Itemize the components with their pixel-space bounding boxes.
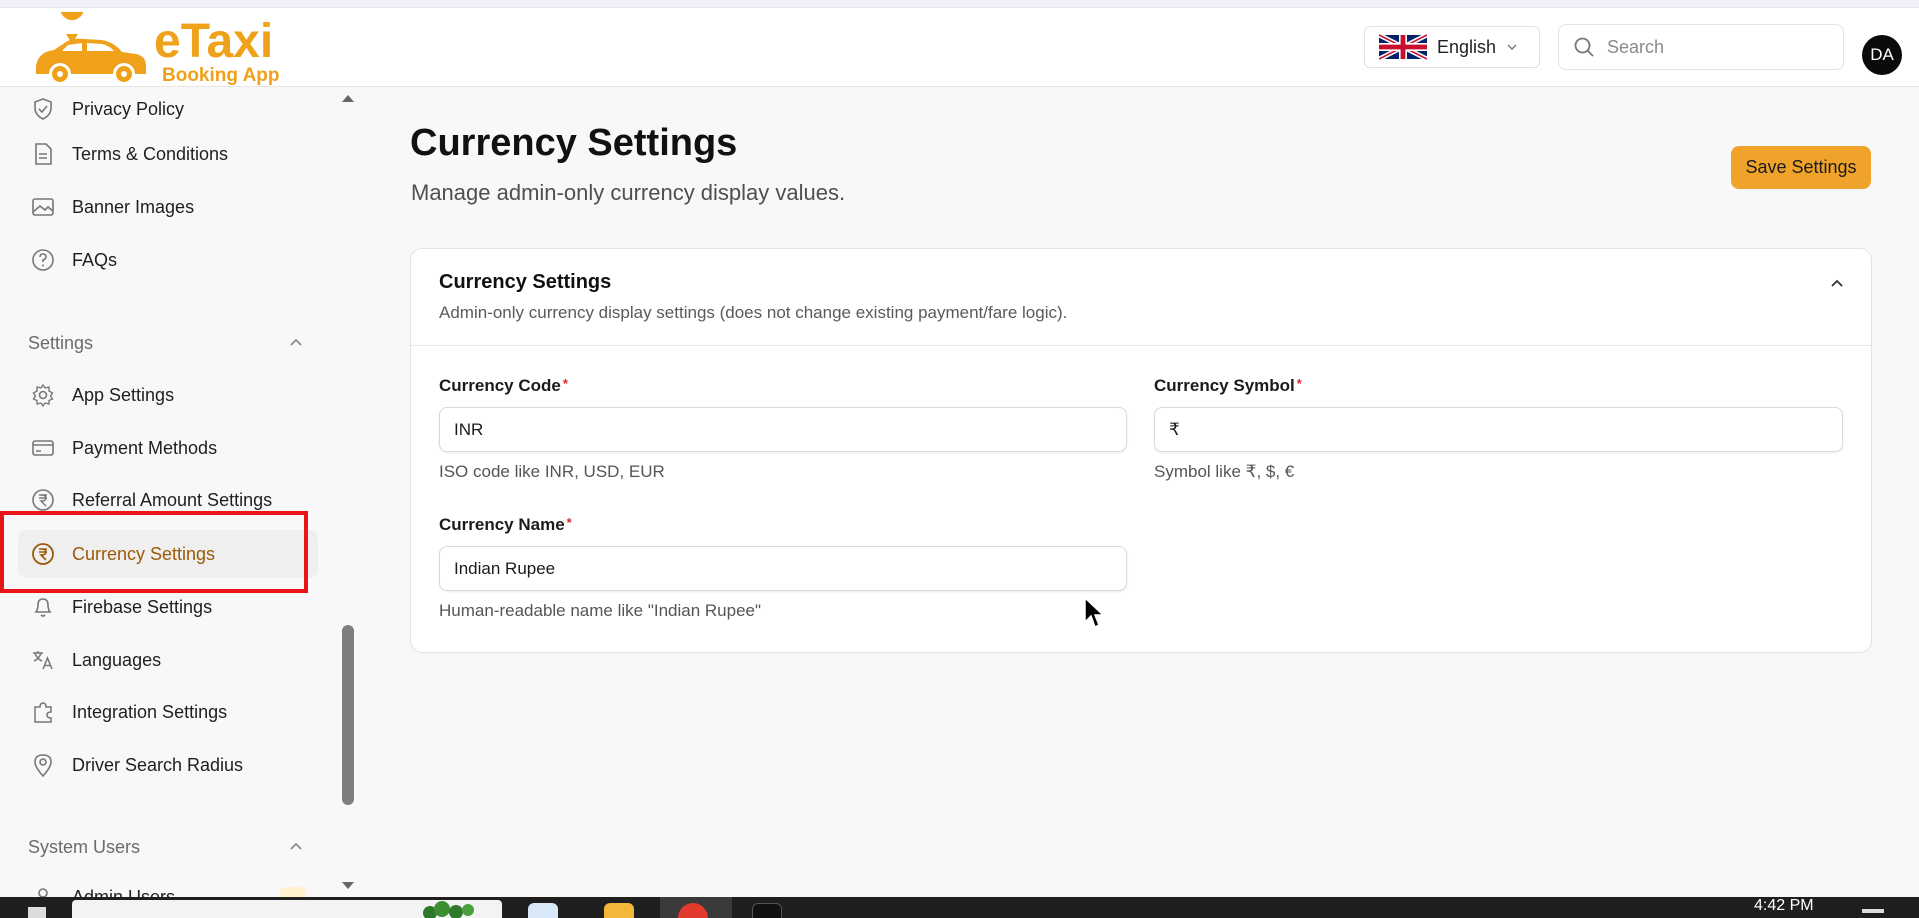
currency-settings-card: Currency Settings Admin-only currency di…: [410, 248, 1872, 653]
chevron-down-icon: [1507, 44, 1517, 50]
sidebar-item-faqs[interactable]: FAQs: [18, 236, 318, 284]
map-pin-icon: [34, 754, 52, 778]
search-input[interactable]: [1607, 36, 1827, 58]
taskbar-app-icon[interactable]: [528, 903, 558, 918]
required-mark: *: [562, 376, 568, 391]
currency-name-help: Human-readable name like "Indian Rupee": [439, 601, 762, 620]
currency-name-label: Currency Name *: [439, 515, 572, 535]
question-circle-icon: [32, 249, 54, 271]
sidebar-item-privacy-policy[interactable]: Privacy Policy: [18, 87, 318, 133]
terminal-icon[interactable]: [752, 903, 782, 918]
chevron-up-icon[interactable]: [288, 839, 304, 855]
required-mark: *: [566, 515, 572, 530]
save-settings-button[interactable]: Save Settings: [1731, 146, 1871, 189]
sidebar-item-payment-methods[interactable]: Payment Methods: [18, 424, 318, 472]
sidebar-item-app-settings[interactable]: App Settings: [18, 371, 318, 419]
taxi-logo-icon: [36, 12, 146, 85]
section-header-system-users[interactable]: System Users: [28, 837, 140, 858]
scroll-up-arrow-icon[interactable]: [340, 92, 356, 104]
required-mark: *: [1296, 376, 1302, 391]
currency-code-input[interactable]: [439, 407, 1127, 452]
sidebar-item-banner-images[interactable]: Banner Images: [18, 183, 318, 231]
app-logo[interactable]: eTaxi Booking App: [32, 12, 282, 88]
sidebar-item-label: Payment Methods: [72, 437, 218, 458]
search-icon: [1574, 37, 1594, 57]
os-taskbar: 4:42 PM: [0, 897, 1919, 918]
sidebar-item-label: Privacy Policy: [72, 98, 185, 119]
count-badge: [280, 887, 306, 897]
language-selector[interactable]: English: [1364, 26, 1540, 68]
currency-code-label-text: Currency Code: [439, 376, 561, 395]
sidebar-item-terms[interactable]: Terms & Conditions: [18, 130, 318, 178]
taskbar-clock[interactable]: 4:42 PM: [1754, 897, 1814, 915]
currency-symbol-label-text: Currency Symbol: [1154, 376, 1295, 395]
currency-symbol-label: Currency Symbol *: [1154, 376, 1302, 396]
credit-card-icon: [32, 440, 54, 456]
currency-name-label-text: Currency Name: [439, 515, 565, 534]
highlight-annotation-box: [0, 511, 308, 593]
gear-icon: [32, 383, 54, 408]
bell-icon: [34, 598, 52, 617]
shield-check-icon: [34, 98, 52, 120]
user-avatar[interactable]: DA: [1862, 35, 1902, 75]
sidebar-item-label: Firebase Settings: [72, 596, 213, 617]
card-subtitle: Admin-only currency display settings (do…: [439, 303, 1068, 322]
sidebar-item-label: Driver Search Radius: [72, 754, 244, 775]
sidebar-item-label: App Settings: [72, 384, 175, 405]
puzzle-icon: [34, 702, 52, 723]
logo-title: eTaxi: [154, 15, 274, 68]
sidebar-item-label: Languages: [72, 649, 162, 670]
plant-decoration-icon: [423, 901, 474, 918]
currency-code-help: ISO code like INR, USD, EUR: [439, 462, 665, 481]
sidebar-item-label: Referral Amount Settings: [72, 489, 273, 510]
chevron-up-icon[interactable]: [1827, 273, 1847, 293]
currency-symbol-help: Symbol like ₹, $, €: [1154, 462, 1295, 481]
start-button-icon[interactable]: [28, 907, 46, 918]
language-label: English: [1437, 36, 1497, 57]
scroll-down-arrow-icon[interactable]: [340, 880, 356, 892]
sidebar-item-label: FAQs: [72, 249, 118, 270]
top-header: eTaxi Booking App English DA: [0, 8, 1919, 87]
sidebar: Privacy Policy Terms & Conditions Banner…: [0, 87, 356, 897]
uk-flag-icon: [1379, 34, 1427, 60]
sidebar-scrollbar-thumb[interactable]: [342, 625, 354, 805]
sidebar-item-label: Integration Settings: [72, 701, 228, 722]
browser-top-strip: [0, 0, 1919, 8]
card-divider: [411, 345, 1871, 346]
sidebar-item-label: Admin Users: [72, 886, 176, 898]
translate-icon: [33, 651, 53, 670]
page-subtitle: Manage admin-only currency display value…: [411, 180, 846, 205]
page-title: Currency Settings: [410, 122, 738, 164]
folder-icon[interactable]: [604, 903, 634, 918]
mouse-cursor-icon: [1084, 596, 1105, 629]
sidebar-item-firebase-settings[interactable]: Firebase Settings: [18, 583, 318, 631]
currency-name-input[interactable]: [439, 546, 1127, 591]
currency-code-label: Currency Code *: [439, 376, 568, 396]
search-box[interactable]: [1558, 24, 1844, 70]
sidebar-item-driver-search-radius[interactable]: Driver Search Radius: [18, 741, 318, 789]
sidebar-item-admin-users[interactable]: Admin Users: [18, 873, 318, 897]
rupee-circle-icon: [32, 489, 54, 511]
notification-icon[interactable]: [1862, 909, 1884, 913]
sidebar-item-label: Terms & Conditions: [72, 143, 229, 164]
card-title: Currency Settings: [439, 271, 612, 293]
chevron-up-icon[interactable]: [288, 335, 304, 351]
image-icon: [32, 198, 54, 216]
currency-symbol-input[interactable]: [1154, 407, 1843, 452]
logo-subtitle: Booking App: [162, 65, 280, 86]
sidebar-item-languages[interactable]: Languages: [18, 636, 318, 684]
sidebar-item-integration-settings[interactable]: Integration Settings: [18, 688, 318, 736]
sidebar-item-label: Banner Images: [72, 196, 195, 217]
section-header-settings[interactable]: Settings: [28, 333, 93, 354]
user-icon: [38, 888, 48, 897]
document-icon: [35, 143, 52, 165]
